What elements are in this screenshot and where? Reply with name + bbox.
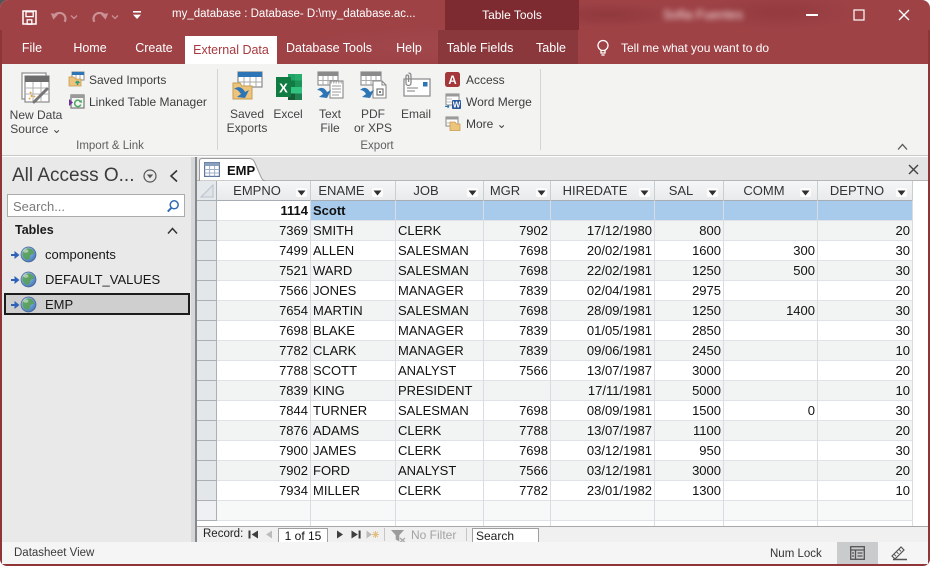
svg-text:X: X [279,81,288,96]
svg-text:W: W [453,101,461,110]
svg-text:A: A [448,75,456,87]
